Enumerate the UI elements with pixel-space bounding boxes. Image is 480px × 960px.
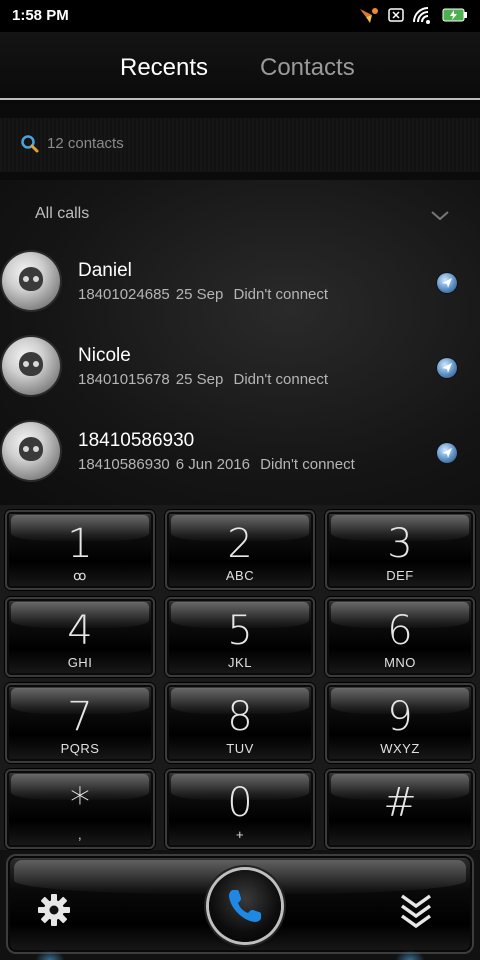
call-filter-label[interactable]: All calls bbox=[35, 205, 89, 223]
wifi-icon bbox=[412, 6, 434, 24]
call-detail: 18410586930 6 Jun 2016 Didn't connect bbox=[78, 456, 355, 473]
key-8[interactable]: 8 TUV bbox=[165, 683, 315, 763]
key-2[interactable]: 2 ABC bbox=[165, 510, 315, 590]
tab-bar: Recents Contacts bbox=[0, 32, 480, 104]
call-status: Didn't connect bbox=[233, 371, 329, 388]
key-letters: ꝏ bbox=[73, 568, 87, 583]
key-digit: 7 bbox=[67, 694, 93, 740]
call-detail-icon[interactable] bbox=[437, 443, 457, 463]
call-detail: 18401015678 25 Sep Didn't connect bbox=[78, 371, 328, 388]
call-status: Didn't connect bbox=[233, 286, 329, 303]
key-digit: 2 bbox=[227, 521, 253, 567]
call-date: 25 Sep bbox=[175, 286, 224, 303]
status-icons bbox=[358, 5, 468, 25]
gear-icon[interactable] bbox=[36, 892, 72, 932]
key-0[interactable]: 0 + bbox=[165, 769, 315, 849]
key-5[interactable]: 5 JKL bbox=[165, 597, 315, 677]
call-number: 18401015678 bbox=[78, 371, 170, 388]
battery-charging-icon bbox=[442, 7, 468, 23]
key-1[interactable]: 1ꝏ bbox=[5, 510, 155, 590]
dialpad: 1ꝏ 2 ABC 3 DEF 4 GHI 5 JKL 6 MNO 7 PQRS 8 TUV 9… bbox=[0, 505, 480, 850]
key-digit: 4 bbox=[67, 608, 93, 654]
tab-contacts[interactable]: Contacts bbox=[260, 54, 355, 82]
call-detail-icon[interactable] bbox=[437, 358, 457, 378]
phone-icon bbox=[229, 890, 261, 922]
key-7[interactable]: 7 PQRS bbox=[5, 683, 155, 763]
avatar bbox=[2, 252, 60, 310]
sim-icon bbox=[388, 7, 404, 23]
key-letters: WXYZ bbox=[380, 741, 420, 756]
key-6[interactable]: 6 MNO bbox=[325, 597, 475, 677]
notification-icon bbox=[358, 5, 380, 25]
search-icon bbox=[20, 134, 40, 158]
chevron-double-down-icon[interactable] bbox=[398, 892, 434, 934]
key-letters: PQRS bbox=[60, 741, 100, 756]
key-hash[interactable]: # bbox=[325, 769, 475, 849]
key-digit: 3 bbox=[387, 521, 413, 567]
key-letters: JKL bbox=[228, 655, 252, 670]
avatar bbox=[2, 337, 60, 395]
call-status: Didn't connect bbox=[260, 456, 355, 473]
call-name: 18410586930 bbox=[78, 430, 195, 451]
glow-accent bbox=[35, 950, 65, 960]
search-bar[interactable]: 12 contacts bbox=[0, 118, 480, 172]
action-panel bbox=[6, 854, 474, 954]
tab-divider bbox=[0, 98, 480, 100]
call-row[interactable]: Daniel 18401024685 25 Sep Didn't connect bbox=[0, 250, 480, 334]
key-letters: + bbox=[235, 827, 245, 842]
key-digit: 9 bbox=[387, 694, 413, 740]
call-row[interactable]: Nicole 18401015678 25 Sep Didn't connect bbox=[0, 335, 480, 419]
avatar bbox=[2, 422, 60, 480]
key-letters: DEF bbox=[386, 568, 414, 583]
call-detail: 18401024685 25 Sep Didn't connect bbox=[78, 286, 328, 303]
status-bar: 1:58 PM bbox=[0, 0, 480, 32]
key-letters: MNO bbox=[384, 655, 416, 670]
call-date: 25 Sep bbox=[175, 371, 224, 388]
call-number: 18401024685 bbox=[78, 286, 170, 303]
search-input[interactable]: 12 contacts bbox=[47, 135, 124, 152]
key-digit: 0 bbox=[227, 780, 253, 826]
key-digit: 1 bbox=[67, 521, 93, 567]
key-3[interactable]: 3 DEF bbox=[325, 510, 475, 590]
call-name: Nicole bbox=[78, 345, 131, 366]
key-letters: , bbox=[77, 827, 83, 842]
key-digit: 8 bbox=[227, 694, 253, 740]
key-letters: TUV bbox=[226, 741, 254, 756]
key-digit: 6 bbox=[387, 608, 413, 654]
glow-accent bbox=[395, 950, 425, 960]
tab-recents[interactable]: Recents bbox=[120, 54, 208, 82]
status-time: 1:58 PM bbox=[12, 7, 69, 24]
key-digit: * bbox=[70, 780, 90, 826]
call-date: 6 Jun 2016 bbox=[175, 456, 250, 473]
call-name: Daniel bbox=[78, 260, 132, 281]
call-row[interactable]: 18410586930 18410586930 6 Jun 2016 Didn't… bbox=[0, 420, 480, 504]
call-detail-icon[interactable] bbox=[437, 273, 457, 293]
call-list: All calls Daniel 18401024685 25 Sep Didn'… bbox=[0, 180, 480, 505]
action-bar bbox=[0, 850, 480, 960]
key-letters: GHI bbox=[67, 655, 93, 670]
call-button[interactable] bbox=[209, 870, 281, 942]
key-letters: ABC bbox=[225, 568, 255, 583]
key-digit: # bbox=[383, 780, 417, 826]
key-4[interactable]: 4 GHI bbox=[5, 597, 155, 677]
key-star[interactable]: *, bbox=[5, 769, 155, 849]
call-number: 18410586930 bbox=[78, 456, 170, 473]
key-digit: 5 bbox=[227, 608, 253, 654]
chevron-down-icon[interactable] bbox=[430, 207, 450, 226]
key-9[interactable]: 9 WXYZ bbox=[325, 683, 475, 763]
